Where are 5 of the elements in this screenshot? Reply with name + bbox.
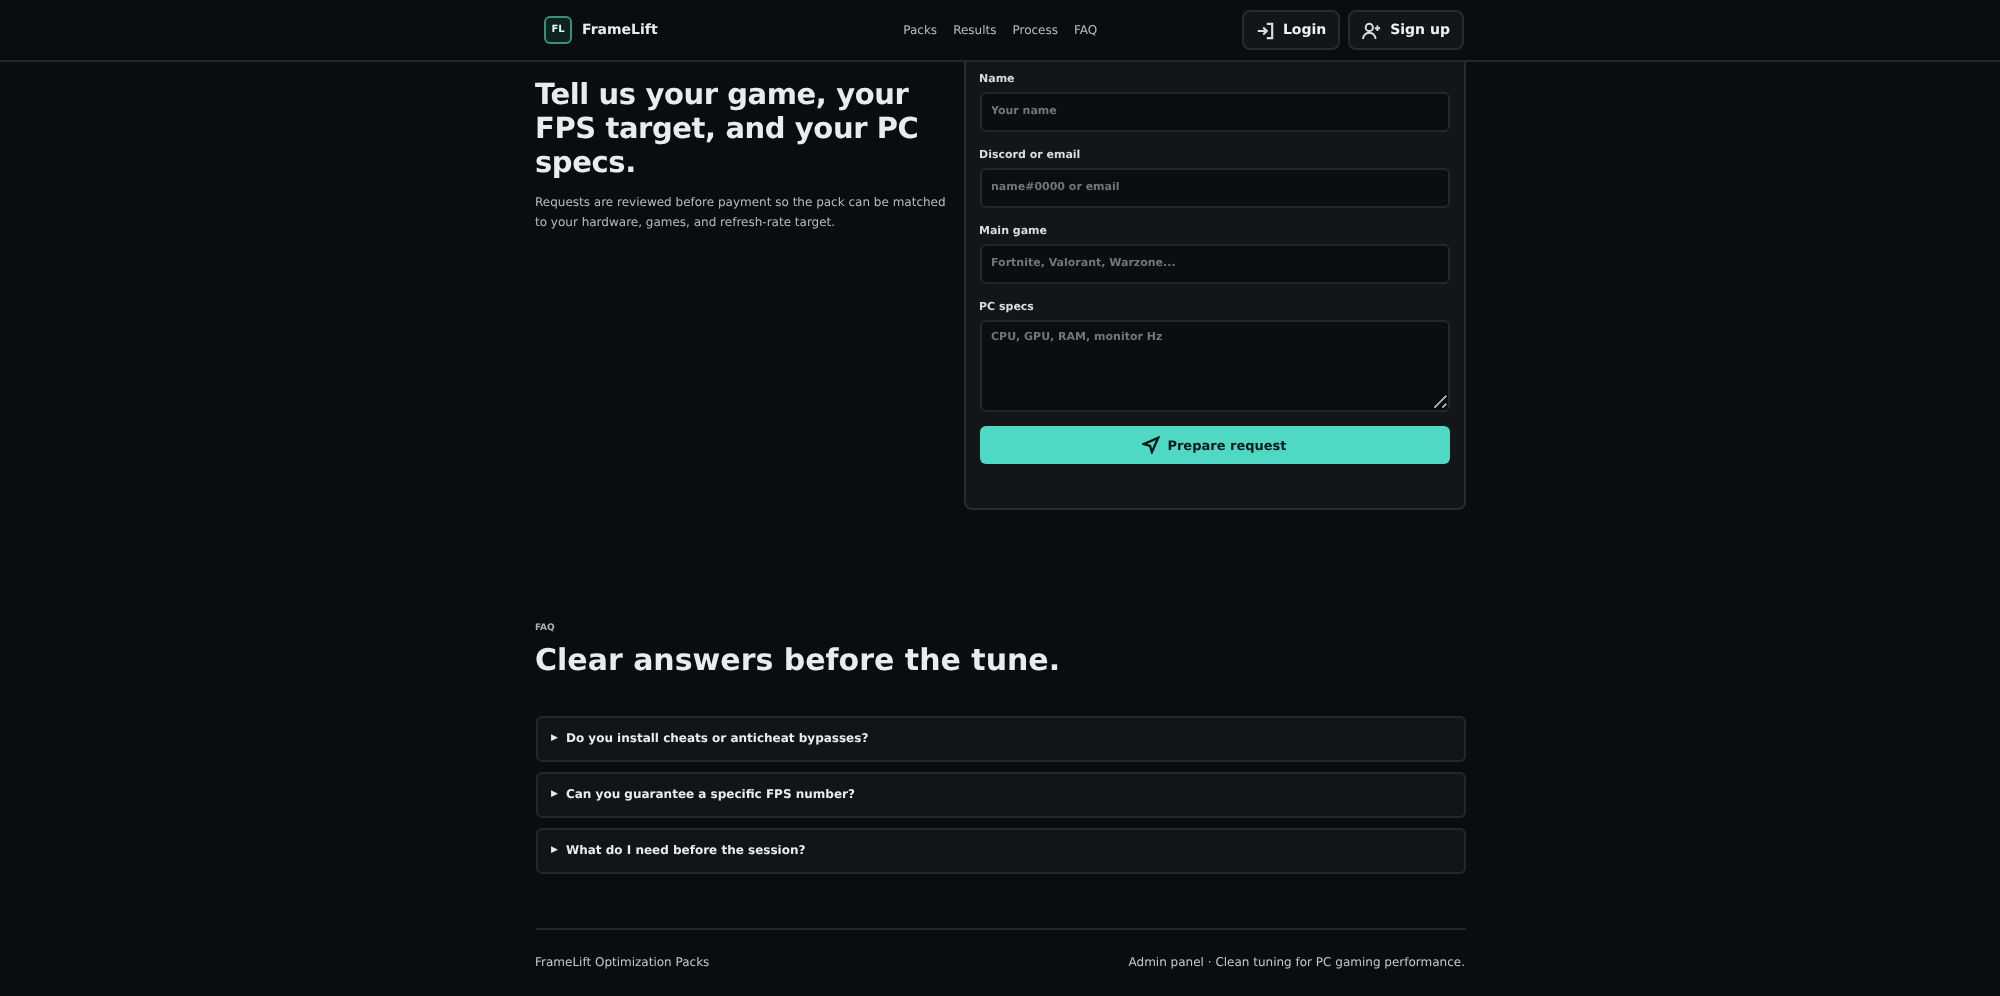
add-user-icon <box>1362 21 1383 39</box>
send-icon <box>1141 436 1160 454</box>
faq-heading: Clear answers before the tune. <box>535 642 1063 678</box>
section-heading: Tell us your game, your FPS target, and your PC specs. <box>535 80 921 182</box>
login-icon <box>1256 21 1275 39</box>
